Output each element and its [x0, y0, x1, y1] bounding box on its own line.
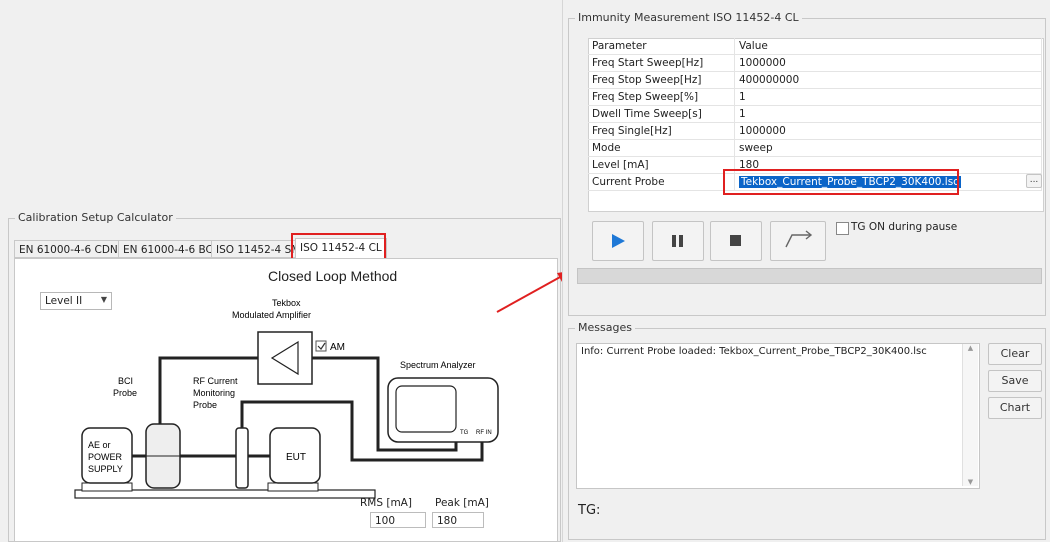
amplifier-label: Modulated Amplifier [232, 310, 311, 320]
rf-label-2: Monitoring [193, 388, 235, 398]
rms-label: RMS [mA] [360, 497, 412, 509]
pause-icon [672, 235, 683, 247]
parameter-name: Freq Single[Hz] [588, 122, 735, 140]
parameter-value[interactable]: 400000000 [734, 71, 1042, 89]
parameter-name: Level [mA] [588, 156, 735, 174]
parameter-name: Dwell Time Sweep[s] [588, 105, 735, 123]
rfin-port-label: RF IN [476, 430, 492, 436]
rms-value-field[interactable]: 100 [370, 512, 426, 528]
stop-icon [730, 235, 741, 246]
tg-on-pause-checkbox[interactable] [836, 222, 849, 235]
parameter-value[interactable]: sweep [734, 139, 1042, 157]
eut-label: EUT [286, 452, 306, 463]
progress-bar [577, 268, 1042, 284]
table-row[interactable]: Freq Step Sweep[%] 1 [588, 88, 1042, 106]
parameter-name: Mode [588, 139, 735, 157]
table-row[interactable]: Freq Single[Hz] 1000000 [588, 122, 1042, 140]
table-header-row: Parameter Value [588, 38, 1042, 55]
parameter-name: Freq Start Sweep[Hz] [588, 54, 735, 72]
parameter-name: Current Probe [588, 173, 735, 191]
am-label: AM [330, 342, 345, 353]
clear-button[interactable]: Clear [988, 343, 1042, 365]
play-icon [612, 234, 625, 248]
browse-probe-button[interactable]: ... [1026, 174, 1042, 188]
messages-log[interactable]: Info: Current Probe loaded: Tekbox_Curre… [576, 343, 980, 489]
tekbox-label: Tekbox [272, 298, 301, 308]
bci-label-1: BCI [118, 376, 133, 386]
ae-label-2: POWER [88, 452, 123, 462]
closed-loop-diagram: AE or POWER SUPPLY BCI Probe RF Current … [74, 272, 562, 499]
tg-port-label: TG [460, 430, 469, 436]
ae-label-3: SUPPLY [88, 464, 123, 474]
table-row[interactable]: Freq Start Sweep[Hz] 1000000 [588, 54, 1042, 72]
tg-label: TG: [578, 503, 601, 518]
table-row[interactable]: Freq Stop Sweep[Hz] 400000000 [588, 71, 1042, 89]
parameter-value[interactable]: 1 [734, 88, 1042, 106]
column-header-value: Value [734, 38, 1042, 55]
parameter-name: Freq Stop Sweep[Hz] [588, 71, 735, 89]
chart-button[interactable]: Chart [988, 397, 1042, 419]
step-button[interactable] [770, 221, 826, 261]
save-button[interactable]: Save [988, 370, 1042, 392]
current-probe-highlight [723, 169, 959, 195]
immunity-group-title: Immunity Measurement ISO 11452-4 CL [575, 11, 802, 24]
ae-label-1: AE or [88, 440, 111, 450]
messages-log-text: Info: Current Probe loaded: Tekbox_Curre… [581, 346, 927, 357]
parameter-value[interactable]: 1000000 [734, 122, 1042, 140]
parameter-name: Freq Step Sweep[%] [588, 88, 735, 106]
messages-scrollbar[interactable]: ▲ ▼ [962, 344, 978, 486]
peak-label: Peak [mA] [435, 497, 489, 509]
table-row[interactable]: Mode sweep [588, 139, 1042, 157]
messages-group-title: Messages [575, 321, 635, 334]
pause-button[interactable] [652, 221, 704, 261]
peak-value-field[interactable]: 180 [432, 512, 484, 528]
table-row[interactable]: Dwell Time Sweep[s] 1 [588, 105, 1042, 123]
play-button[interactable] [592, 221, 644, 261]
tg-on-pause-label: TG ON during pause [851, 221, 958, 233]
spectrum-label: Spectrum Analyzer [400, 360, 476, 370]
parameter-value[interactable]: 1 [734, 105, 1042, 123]
scroll-up-icon[interactable]: ▲ [963, 344, 978, 352]
rf-label-3: Probe [193, 400, 217, 410]
scroll-down-icon[interactable]: ▼ [963, 478, 978, 486]
rf-label-1: RF Current [193, 376, 238, 386]
stop-button[interactable] [710, 221, 762, 261]
bci-label-2: Probe [113, 388, 137, 398]
parameter-value[interactable]: 1000000 [734, 54, 1042, 72]
column-header-parameter: Parameter [588, 38, 735, 55]
step-arrow-icon [785, 230, 813, 248]
